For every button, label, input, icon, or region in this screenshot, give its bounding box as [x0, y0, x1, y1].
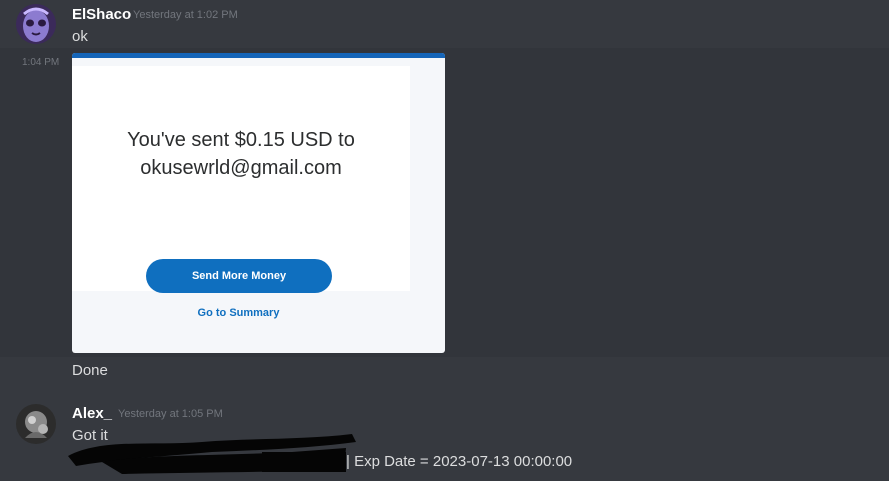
username-alex[interactable]: Alex_	[72, 405, 112, 422]
message-text: ok	[72, 28, 88, 45]
sent-amount-line: You've sent $0.15 USD to	[127, 129, 355, 151]
avatar-elshaco[interactable]	[16, 4, 56, 44]
confirmation-card: You've sent $0.15 USD to okusewrld@gmail…	[72, 66, 410, 291]
paypal-screenshot-embed[interactable]: You've sent $0.15 USD to okusewrld@gmail…	[72, 53, 445, 353]
embed-top-bar	[72, 53, 445, 58]
username-elshaco[interactable]: ElShaco	[72, 6, 131, 23]
avatar-alex[interactable]	[16, 404, 56, 444]
go-to-summary-link[interactable]: Go to Summary	[72, 307, 405, 319]
send-more-money-button[interactable]: Send More Money	[146, 259, 332, 293]
message-timestamp: Yesterday at 1:02 PM	[133, 9, 238, 21]
message-text-expdate: | Exp Date = 2023-07-13 00:00:00	[346, 453, 573, 470]
redaction-scribble	[68, 434, 356, 474]
message-timestamp: Yesterday at 1:05 PM	[118, 408, 223, 420]
recipient-email: okusewrld@gmail.com	[140, 157, 342, 179]
inline-timestamp: 1:04 PM	[22, 57, 60, 68]
message-text: Done	[72, 362, 108, 379]
